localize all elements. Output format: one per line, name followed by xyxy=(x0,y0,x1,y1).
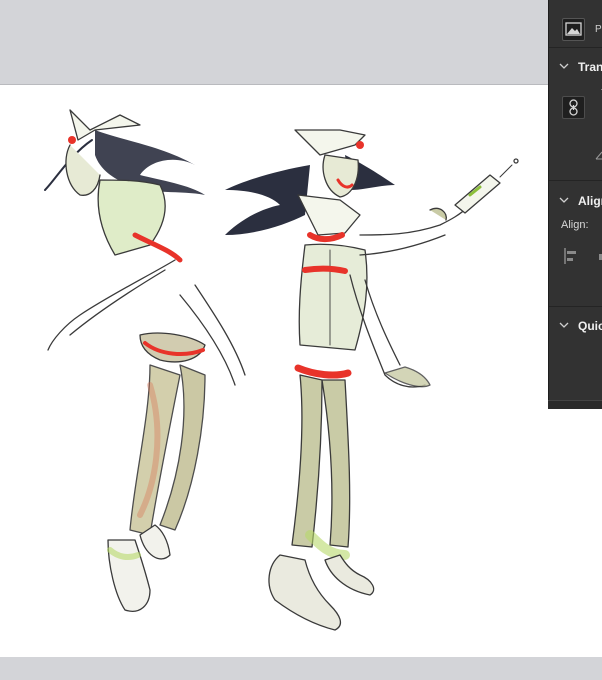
document-canvas[interactable] xyxy=(0,85,602,657)
divider xyxy=(549,47,602,48)
properties-panel: Pi Tran Align Align: xyxy=(548,0,602,408)
angle-icon xyxy=(595,151,602,160)
align-label: Align: xyxy=(561,219,589,231)
transform-section-title: Tran xyxy=(578,60,602,74)
chevron-down-icon xyxy=(559,63,569,69)
pixel-layer-label: Pi xyxy=(595,24,602,35)
artwork-sketch xyxy=(44,109,519,631)
image-icon[interactable] xyxy=(562,18,585,41)
workspace-bottom xyxy=(0,657,602,680)
divider xyxy=(549,306,602,307)
align-section-title: Align xyxy=(578,194,602,208)
quick-actions-section-title: Quic xyxy=(578,319,602,333)
figure-right xyxy=(225,129,519,631)
quick-actions-section-header[interactable]: Quic xyxy=(549,316,602,336)
chevron-down-icon xyxy=(559,322,569,328)
panel-bottom-edge xyxy=(548,400,602,409)
align-left-icon[interactable] xyxy=(562,246,582,266)
figure-left xyxy=(44,109,246,612)
pixel-layer-row: Pi xyxy=(549,0,602,47)
transform-section-header[interactable]: Tran xyxy=(549,57,602,77)
workspace-background xyxy=(0,0,548,85)
divider xyxy=(549,180,602,181)
align-section-header[interactable]: Align xyxy=(549,191,602,211)
link-icon[interactable] xyxy=(562,96,585,119)
chevron-down-icon xyxy=(559,197,569,203)
